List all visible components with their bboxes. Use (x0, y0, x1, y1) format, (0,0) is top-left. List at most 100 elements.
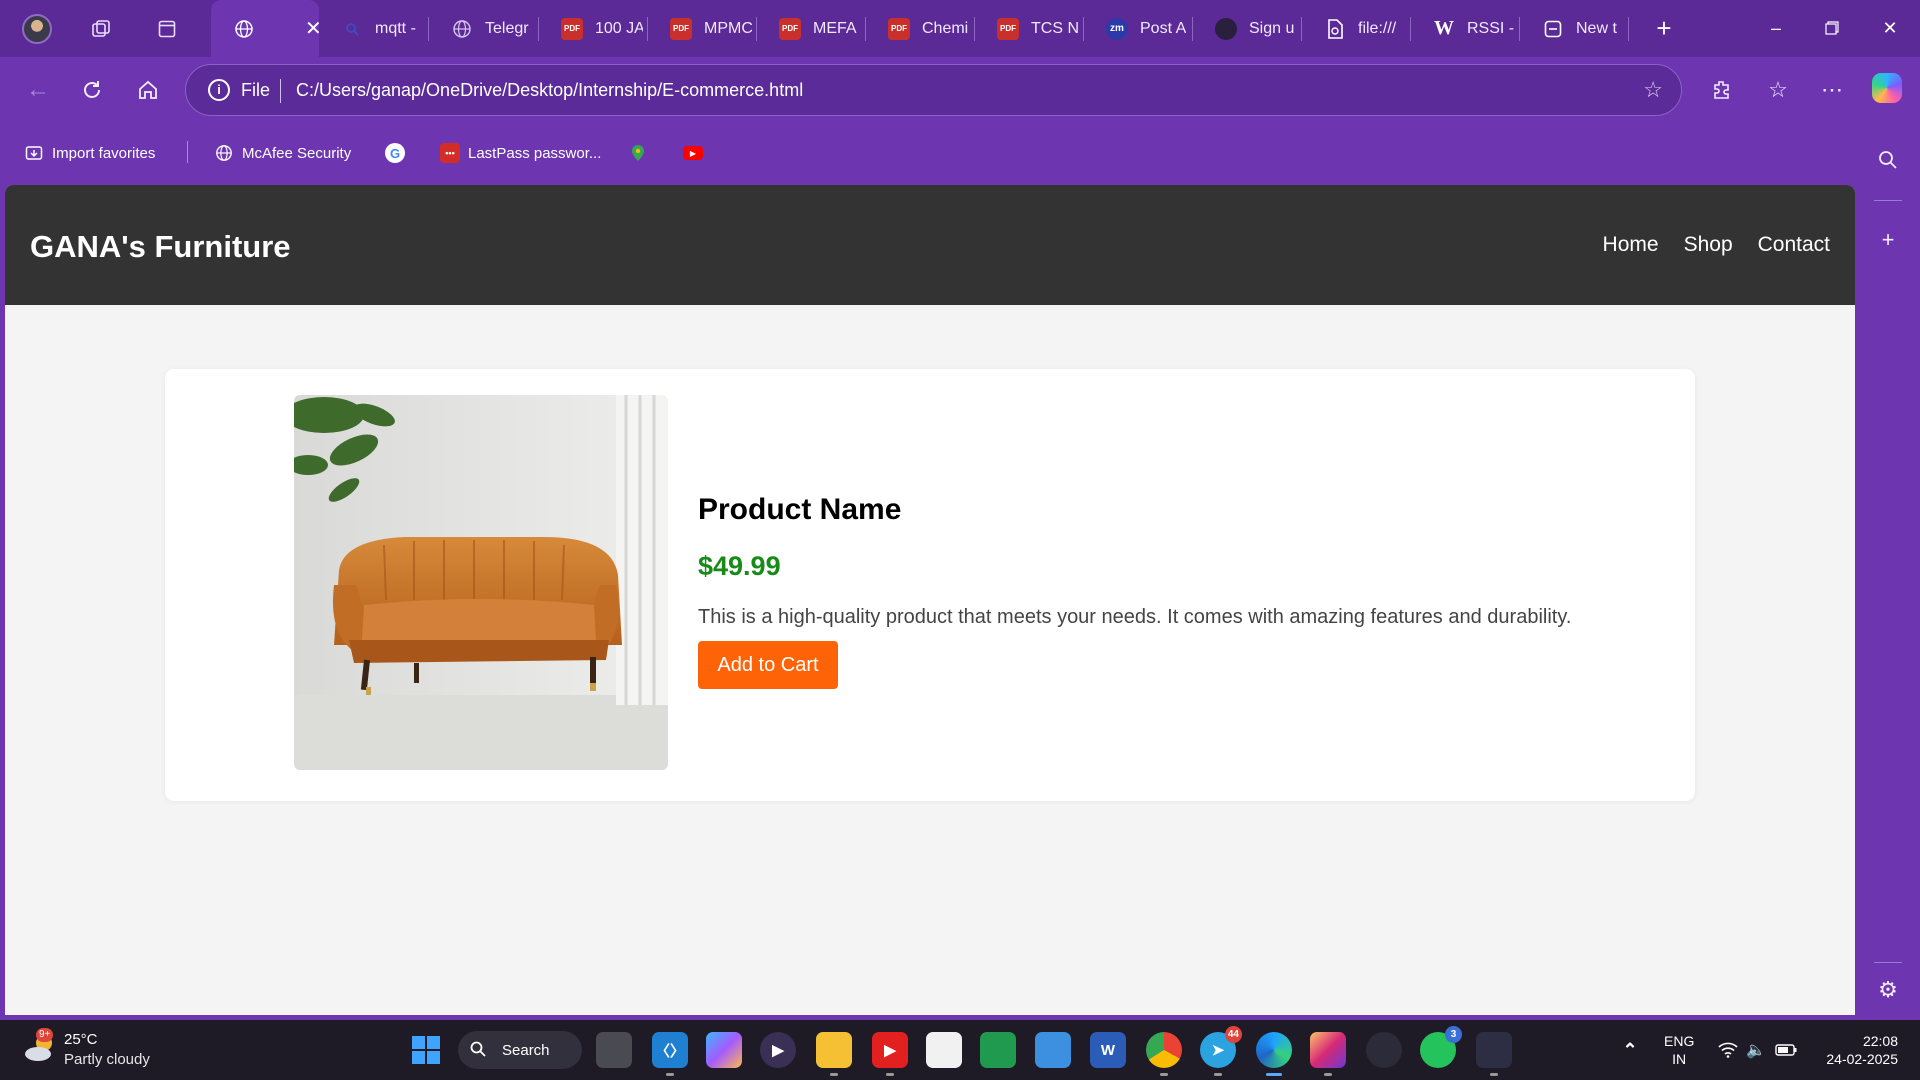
tab-pdf-tcs[interactable]: PDF TCS N (975, 0, 1084, 57)
whatsapp-icon[interactable]: 3 (1420, 1026, 1462, 1068)
product-info: Product Name $49.99 This is a high-quali… (698, 493, 1571, 689)
restore-button[interactable] (1812, 12, 1852, 44)
newtab-icon (1542, 18, 1564, 40)
tab-pdf-chemi[interactable]: PDF Chemi (866, 0, 975, 57)
favorites-icon[interactable]: ☆ (1760, 72, 1796, 108)
back-button[interactable]: ← (20, 72, 56, 108)
media-player-icon[interactable]: ▶ (760, 1032, 796, 1068)
taskbar-search[interactable]: Search (458, 1031, 582, 1069)
home-button[interactable] (130, 72, 166, 108)
weather-icon[interactable]: 9+ (22, 1028, 58, 1066)
add-to-cart-button[interactable]: Add to Cart (698, 641, 838, 689)
word-icon[interactable]: W (1090, 1032, 1126, 1068)
browser-toolbar: ← i File C:/Users/ganap/OneDrive/Desktop… (0, 57, 1920, 123)
tab-pdf-mpmc[interactable]: PDF MPMC (648, 0, 757, 57)
tab-signup[interactable]: Sign u (1193, 0, 1302, 57)
refresh-button[interactable] (74, 72, 110, 108)
sidebar-search-icon[interactable] (1870, 142, 1906, 178)
clock-date: 24-02-2025 (1826, 1051, 1898, 1067)
calendar-app-icon[interactable] (1476, 1032, 1512, 1076)
vscode-icon[interactable]: 〈〉 (652, 1032, 688, 1076)
app-icon[interactable] (1366, 1032, 1402, 1068)
tray-chevron-icon[interactable]: ⌃ (1612, 1032, 1648, 1068)
more-menu-icon[interactable]: ⋯ (1814, 72, 1850, 108)
copilot-icon[interactable] (1872, 73, 1902, 103)
tab-actions-icon[interactable] (152, 14, 182, 44)
microsoft-store-icon[interactable] (926, 1032, 962, 1068)
youtube-app-icon[interactable]: ▶ (872, 1032, 908, 1076)
tab-post[interactable]: zm Post A (1084, 0, 1193, 57)
close-tab-icon[interactable]: ✕ (305, 16, 319, 41)
search-icon (341, 18, 363, 40)
battery-icon[interactable] (1768, 1032, 1804, 1068)
tab-pdf-mefa[interactable]: PDF MEFA (757, 0, 866, 57)
globe-icon (451, 18, 473, 40)
photos-icon[interactable] (1035, 1032, 1071, 1068)
wikipedia-icon: W (1434, 17, 1454, 39)
site-header: GANA's Furniture Home Shop Contact (5, 185, 1855, 305)
address-url[interactable]: C:/Users/ganap/OneDrive/Desktop/Internsh… (296, 80, 803, 101)
tab-pdf-100[interactable]: PDF 100 JA (539, 0, 648, 57)
close-window-button[interactable]: ✕ (1870, 12, 1910, 44)
search-icon (470, 1041, 486, 1057)
tab-telegram[interactable]: Telegr (429, 0, 539, 57)
circle-icon (1215, 17, 1237, 40)
globe-icon (233, 18, 255, 40)
weather-badge: 9+ (36, 1028, 54, 1042)
classroom-icon[interactable] (980, 1032, 1016, 1068)
copilot-app-icon[interactable] (706, 1032, 742, 1068)
minimize-button[interactable]: – (1756, 12, 1796, 44)
pdf-icon: PDF (670, 17, 692, 40)
import-icon (24, 143, 44, 163)
product-description: This is a high-quality product that meet… (698, 606, 1572, 628)
favorite-lastpass[interactable]: ••• LastPass passwor... (440, 141, 601, 165)
nav-shop-link[interactable]: Shop (1684, 233, 1733, 257)
tab-new[interactable]: New t (1520, 0, 1629, 57)
profile-avatar[interactable] (22, 14, 52, 44)
maps-icon (628, 143, 648, 163)
edge-icon[interactable] (1256, 1032, 1292, 1076)
sidebar-add-icon[interactable]: + (1870, 222, 1906, 258)
clock-time: 22:08 (1862, 1033, 1898, 1049)
nav-contact-link[interactable]: Contact (1758, 233, 1830, 257)
favorites-bar: Import favorites McAfee Security G ••• L… (0, 123, 1860, 183)
tab-active[interactable]: ✕ (211, 0, 319, 57)
extensions-icon[interactable] (1704, 72, 1740, 108)
workspaces-icon[interactable] (86, 14, 116, 44)
tab-rssi[interactable]: W RSSI - (1411, 0, 1520, 57)
zm-icon: zm (1106, 17, 1128, 40)
product-name: Product Name (698, 493, 902, 526)
site-title: GANA's Furniture (30, 229, 291, 264)
favorite-mcafee[interactable]: McAfee Security (214, 141, 351, 165)
language-indicator[interactable]: ENG IN (1664, 1032, 1694, 1068)
address-bar[interactable]: i File C:/Users/ganap/OneDrive/Desktop/I… (185, 64, 1682, 116)
pdf-icon: PDF (779, 17, 801, 40)
new-tab-button[interactable]: + (1648, 12, 1680, 44)
product-image (294, 395, 668, 770)
globe-icon (214, 143, 234, 163)
telegram-icon[interactable]: ➤ 44 (1200, 1026, 1242, 1076)
page-viewport: GANA's Furniture Home Shop Contact Produ… (5, 185, 1855, 1015)
favorite-import[interactable]: Import favorites (24, 141, 155, 165)
favorite-youtube[interactable]: ▶ (683, 141, 711, 165)
chrome-icon[interactable] (1146, 1032, 1182, 1076)
site-info-icon[interactable]: i (208, 79, 230, 101)
file-explorer-icon[interactable] (816, 1032, 852, 1076)
site-nav: Home Shop Contact (1603, 233, 1830, 257)
start-button[interactable] (408, 1032, 444, 1068)
weather-temperature: 25°C (64, 1031, 98, 1048)
youtube-icon: ▶ (683, 146, 703, 160)
tab-file[interactable]: file:/// (1302, 0, 1411, 57)
instagram-icon[interactable] (1310, 1032, 1346, 1076)
google-icon: G (385, 143, 405, 163)
product-price: $49.99 (698, 551, 781, 581)
taskbar: 9+ 25°C Partly cloudy Search 〈〉 ▶ ▶ W ➤ 4… (0, 1020, 1920, 1080)
tab-mqtt[interactable]: mqtt - (319, 0, 429, 57)
nav-home-link[interactable]: Home (1603, 233, 1659, 257)
favorite-google[interactable]: G (385, 141, 413, 165)
sidebar-settings-icon[interactable]: ⚙ (1870, 972, 1906, 1008)
task-view-icon[interactable] (596, 1032, 632, 1068)
system-clock[interactable]: 22:08 24-02-2025 (1818, 1032, 1898, 1068)
favorite-maps[interactable] (628, 141, 656, 165)
favorite-star-icon[interactable]: ☆ (1643, 77, 1663, 103)
